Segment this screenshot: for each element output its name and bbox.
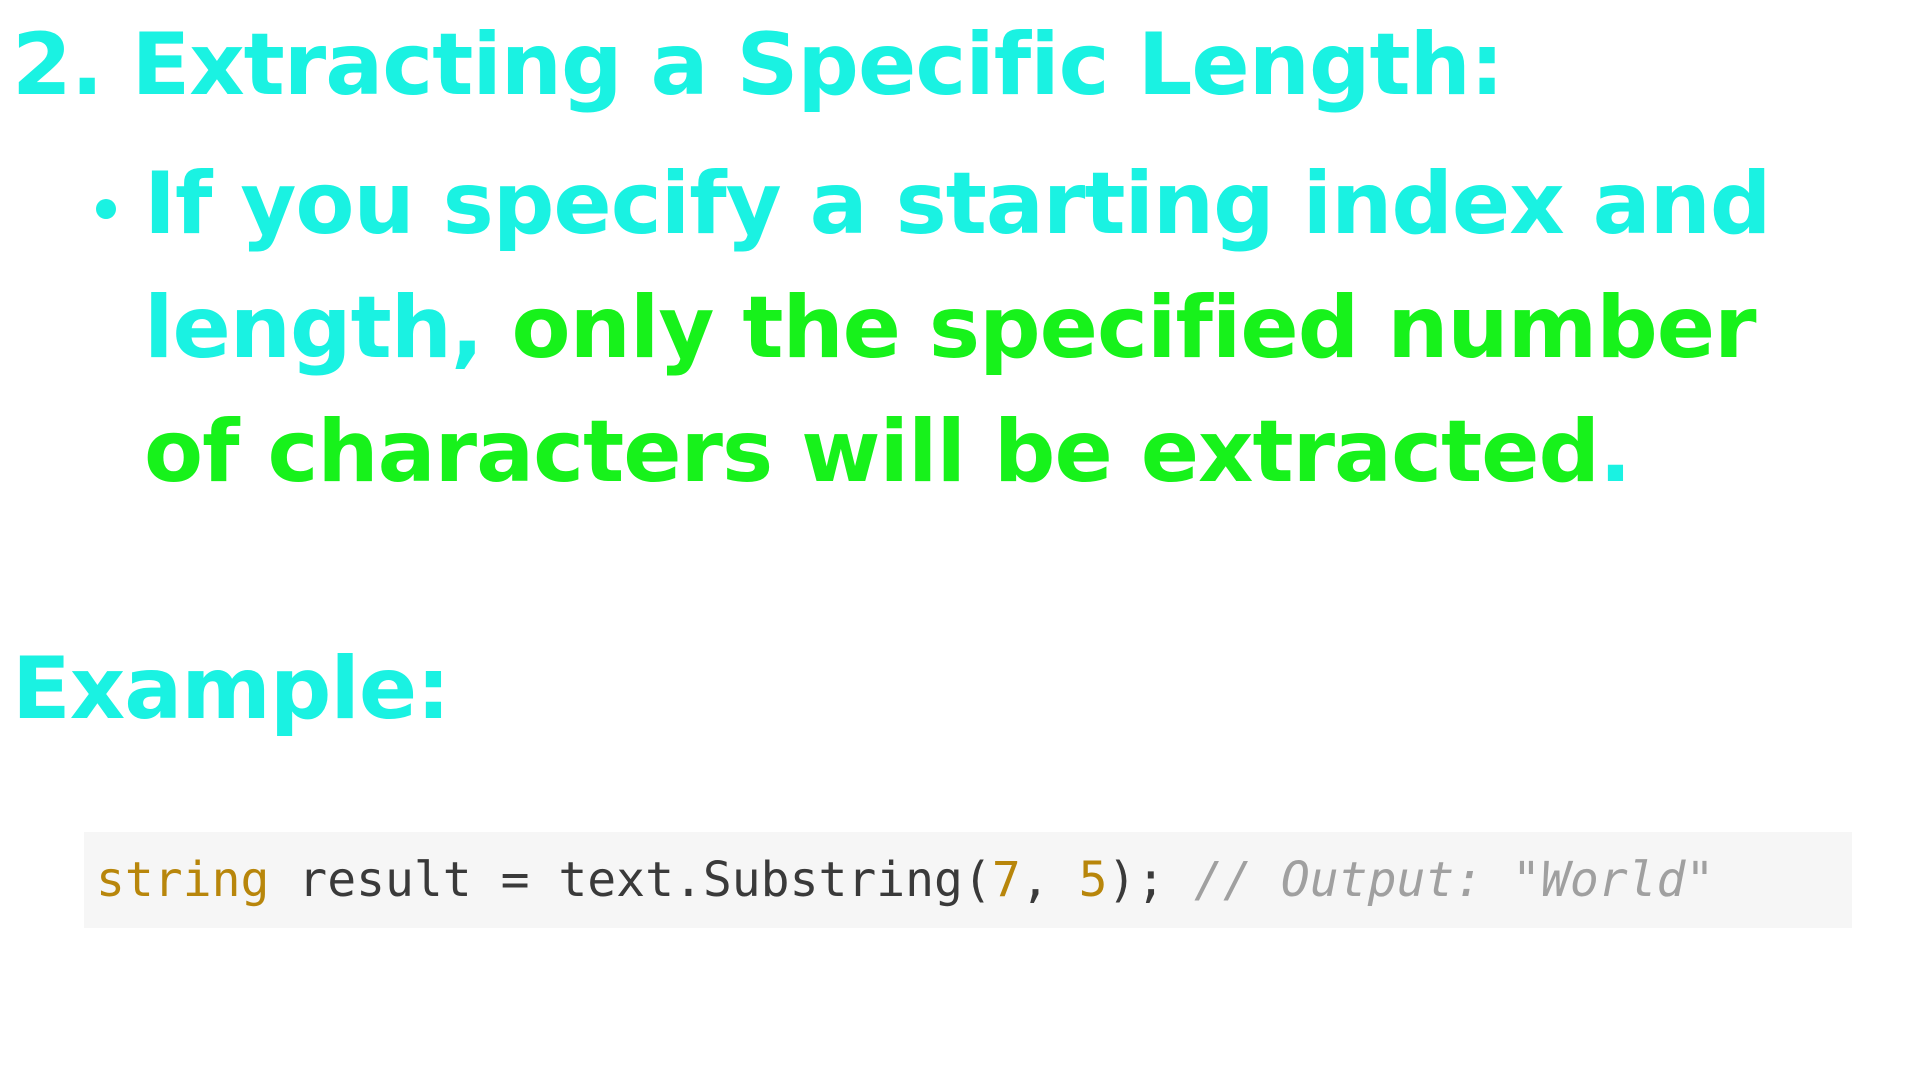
code-comment: // Output: "World" bbox=[1194, 852, 1715, 908]
code-text-3: ); bbox=[1107, 852, 1195, 908]
example-label: Example: bbox=[12, 639, 451, 739]
code-text-1: result = text.Substring( bbox=[269, 852, 992, 908]
bullet-dot-icon bbox=[96, 199, 116, 219]
bullet-point: If you specify a starting index and leng… bbox=[96, 142, 1856, 514]
code-snippet: string result = text.Substring(7, 5); //… bbox=[84, 832, 1852, 928]
code-keyword: string bbox=[96, 852, 270, 908]
section-heading: 2. Extracting a Specific Length: bbox=[12, 15, 1504, 115]
code-text-2: , bbox=[1020, 852, 1079, 908]
bullet-text: If you specify a starting index and leng… bbox=[144, 142, 1844, 514]
code-number-length: 5 bbox=[1078, 852, 1108, 908]
code-number-start: 7 bbox=[991, 852, 1021, 908]
bullet-text-period: . bbox=[1599, 402, 1632, 502]
